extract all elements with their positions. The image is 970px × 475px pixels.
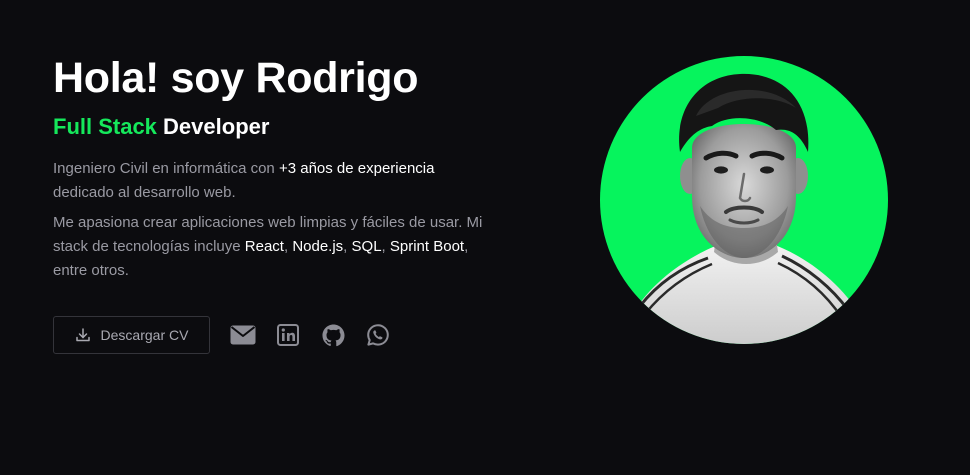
tech-nodejs: Node.js bbox=[292, 238, 344, 255]
download-cv-label: Descargar CV bbox=[100, 327, 189, 343]
intro-text-end: dedicado al desarrollo web. bbox=[53, 184, 236, 201]
tech-separator: , bbox=[381, 238, 390, 255]
whatsapp-icon[interactable] bbox=[365, 322, 391, 348]
page-title: Hola! soy Rodrigo bbox=[53, 54, 419, 102]
tech-separator: , bbox=[343, 238, 352, 255]
experience-highlight: +3 años de experiencia bbox=[278, 160, 435, 177]
job-title-accent: Full Stack bbox=[53, 114, 157, 139]
linkedin-icon[interactable] bbox=[275, 322, 301, 348]
github-icon[interactable] bbox=[320, 322, 346, 348]
tech-react: React bbox=[244, 238, 284, 255]
tech-sql: SQL bbox=[351, 238, 382, 255]
avatar bbox=[600, 56, 888, 344]
intro-block: Hola! soy Rodrigo Full Stack Developer I… bbox=[53, 52, 493, 283]
download-icon bbox=[75, 327, 91, 343]
hero-section: Hola! soy Rodrigo Full Stack Developer I… bbox=[0, 0, 970, 475]
job-title: Full Stack Developer bbox=[53, 112, 493, 142]
intro-text-start: Ingeniero Civil en informática con bbox=[53, 160, 279, 177]
social-links bbox=[230, 322, 410, 348]
stack-paragraph: Me apasiona crear aplicaciones web limpi… bbox=[53, 211, 493, 283]
job-title-rest: Developer bbox=[163, 114, 270, 139]
intro-paragraph: Ingeniero Civil en informática con +3 añ… bbox=[53, 157, 493, 205]
action-row: Descargar CV bbox=[53, 316, 410, 354]
download-cv-button[interactable]: Descargar CV bbox=[53, 316, 210, 354]
tech-spring-boot: Sprint Boot bbox=[389, 238, 465, 255]
mail-icon[interactable] bbox=[230, 322, 256, 348]
